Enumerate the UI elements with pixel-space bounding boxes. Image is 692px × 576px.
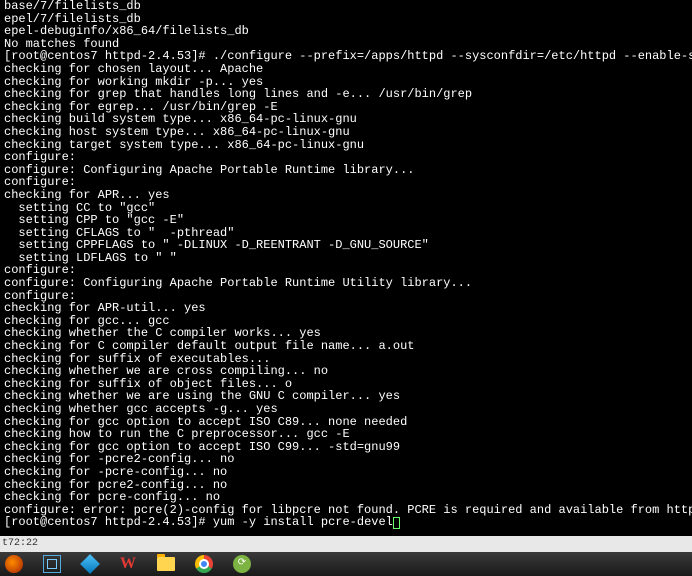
terminal-line: setting CPP to "gcc -E": [4, 214, 688, 227]
terminal-line: epel-debuginfo/x86_64/filelists_db: [4, 25, 688, 38]
terminal-output[interactable]: base/7/filelists_dbepel/7/filelists_dbep…: [0, 0, 692, 529]
virtualbox-icon[interactable]: [42, 554, 62, 574]
terminal-line: checking for chosen layout... Apache: [4, 63, 688, 76]
terminal-line: configure: Configuring Apache Portable R…: [4, 164, 688, 177]
terminal-line: checking target system type... x86_64-pc…: [4, 139, 688, 152]
green-app-icon[interactable]: ⟳: [232, 554, 252, 574]
terminal-line: configure: Configuring Apache Portable R…: [4, 277, 688, 290]
cursor: [393, 517, 400, 529]
start-menu-icon[interactable]: [4, 554, 24, 574]
terminal-line: configure:: [4, 151, 688, 164]
app-icon[interactable]: [80, 554, 100, 574]
current-command: yum -y install pcre-devel: [213, 515, 393, 529]
shell-prompt: [root@centos7 httpd-2.4.53]#: [4, 515, 213, 529]
terminal-line: setting LDFLAGS to " ": [4, 252, 688, 265]
terminal-prompt-line[interactable]: [root@centos7 httpd-2.4.53]# yum -y inst…: [4, 516, 688, 529]
file-manager-icon[interactable]: [156, 554, 176, 574]
terminal-line: checking whether gcc accepts -g... yes: [4, 403, 688, 416]
terminal-line: checking for C compiler default output f…: [4, 340, 688, 353]
status-bar: t72:22: [0, 536, 692, 552]
terminal-line: checking for APR... yes: [4, 189, 688, 202]
terminal-line: checking host system type... x86_64-pc-l…: [4, 126, 688, 139]
terminal-line: checking how to run the C preprocessor..…: [4, 428, 688, 441]
wps-icon[interactable]: W: [118, 554, 138, 574]
terminal-line: checking whether we are cross compiling.…: [4, 365, 688, 378]
terminal-line: checking for -pcre-config... no: [4, 466, 688, 479]
status-text: t72:22: [2, 538, 38, 549]
terminal-line: setting CPPFLAGS to " -DLINUX -D_REENTRA…: [4, 239, 688, 252]
chrome-icon[interactable]: [194, 554, 214, 574]
terminal-line: base/7/filelists_db: [4, 0, 688, 13]
terminal-line: checking for grep that handles long line…: [4, 88, 688, 101]
terminal-line: checking for APR-util... yes: [4, 302, 688, 315]
taskbar[interactable]: W ⟳: [0, 552, 692, 576]
terminal-line: checking for pcre-config... no: [4, 491, 688, 504]
